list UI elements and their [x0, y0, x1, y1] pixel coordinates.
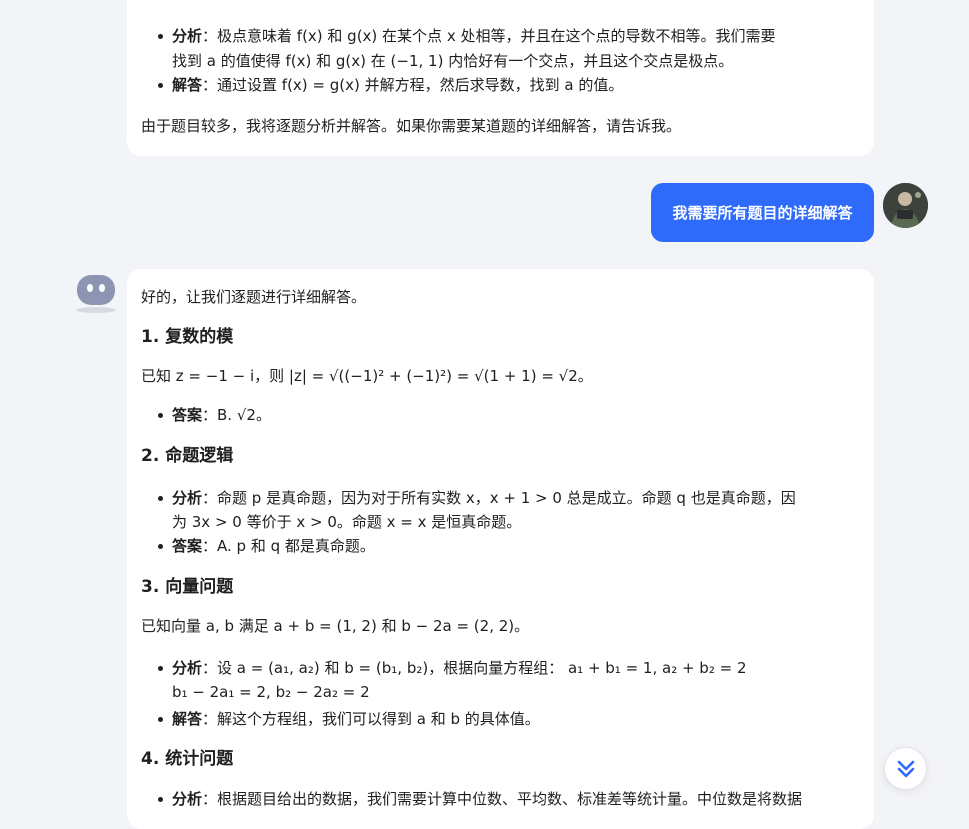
list-item: 解答：解这个方程组，我们可以得到 a 和 b 的具体值。 [158, 708, 540, 730]
assistant-message: 好的，让我们逐题进行详细解答。 1. 复数的模 已知 z = −1 − i，则 … [127, 269, 874, 829]
scroll-to-bottom-button[interactable] [884, 747, 927, 790]
list-item: 分析：极点意味着 f(x) 和 g(x) 在某个点 x 处相等，并且在这个点的导… [157, 25, 776, 47]
section-heading-2: 2. 命题逻辑 [141, 446, 234, 466]
assistant-avatar-icon [72, 272, 120, 316]
list-item: 解答：通过设置 f(x) = g(x) 并解方程，然后求导数，找到 a 的值。 [157, 74, 624, 96]
answer-text: ：A. p 和 q 都是真命题。 [202, 537, 375, 555]
section-heading-1: 1. 复数的模 [141, 327, 234, 347]
analysis-text-continued: 为 3x > 0 等价于 x > 0。命题 x = x 是恒真命题。 [172, 513, 522, 531]
user-avatar-image [883, 183, 928, 228]
solution-label: 解答 [172, 710, 203, 728]
analysis-label: 分析 [172, 790, 203, 808]
user-message-bubble: 我需要所有题目的详细解答 [651, 183, 874, 242]
solution-label: 解答 [172, 76, 203, 94]
paragraph-3: 已知向量 a, b 满足 a + b = (1, 2) 和 b − 2a = (… [141, 617, 530, 635]
list-item: 分析：设 a = (a₁, a₂) 和 b = (b₁, b₂)，根据向量方程组… [158, 657, 747, 679]
analysis-text: ：极点意味着 f(x) 和 g(x) 在某个点 x 处相等，并且在这个点的导数不… [202, 27, 776, 45]
analysis-text-continued: b₁ − 2a₁ = 2, b₂ − 2a₂ = 2 [172, 683, 370, 701]
analysis-text: ：设 a = (a₁, a₂) 和 b = (b₁, b₂)，根据向量方程组： … [202, 659, 747, 677]
analysis-text-continued: 找到 a 的值使得 f(x) 和 g(x) 在 (−1, 1) 内恰好有一个交点… [172, 52, 734, 70]
answer-label: 答案 [172, 406, 203, 424]
analysis-label: 分析 [172, 489, 203, 507]
list-item: 答案：B. √2。 [158, 404, 271, 426]
paragraph-1: 已知 z = −1 − i，则 |z| = √((−1)² + (−1)²) =… [141, 367, 593, 385]
list-item: 分析：根据题目给出的数据，我们需要计算中位数、平均数、标准差等统计量。中位数是将… [157, 788, 803, 810]
intro-text: 好的，让我们逐题进行详细解答。 [141, 288, 367, 306]
analysis-label: 分析 [172, 27, 203, 45]
double-chevron-down-icon [897, 760, 914, 777]
closing-note: 由于题目较多，我将逐题分析并解答。如果你需要某道题的详细解答，请告诉我。 [141, 117, 682, 135]
user-message-text: 我需要所有题目的详细解答 [672, 204, 853, 222]
analysis-text: ：命题 p 是真命题，因为对于所有实数 x，x + 1 > 0 总是成立。命题 … [202, 489, 796, 507]
analysis-text: ：根据题目给出的数据，我们需要计算中位数、平均数、标准差等统计量。中位数是将数据 [202, 790, 803, 808]
list-item: 答案：A. p 和 q 都是真命题。 [158, 535, 375, 557]
solution-text: ：通过设置 f(x) = g(x) 并解方程，然后求导数，找到 a 的值。 [202, 76, 624, 94]
section-heading-4: 4. 统计问题 [141, 749, 234, 769]
section-heading-3: 3. 向量问题 [141, 577, 234, 597]
analysis-label: 分析 [172, 659, 203, 677]
answer-text: ：B. √2。 [202, 406, 271, 424]
answer-label: 答案 [172, 537, 203, 555]
user-avatar[interactable] [883, 183, 928, 228]
solution-text: ：解这个方程组，我们可以得到 a 和 b 的具体值。 [202, 710, 540, 728]
list-item: 分析：命题 p 是真命题，因为对于所有实数 x，x + 1 > 0 总是成立。命… [158, 487, 796, 509]
assistant-message-previous: 分析：极点意味着 f(x) 和 g(x) 在某个点 x 处相等，并且在这个点的导… [127, 0, 874, 156]
